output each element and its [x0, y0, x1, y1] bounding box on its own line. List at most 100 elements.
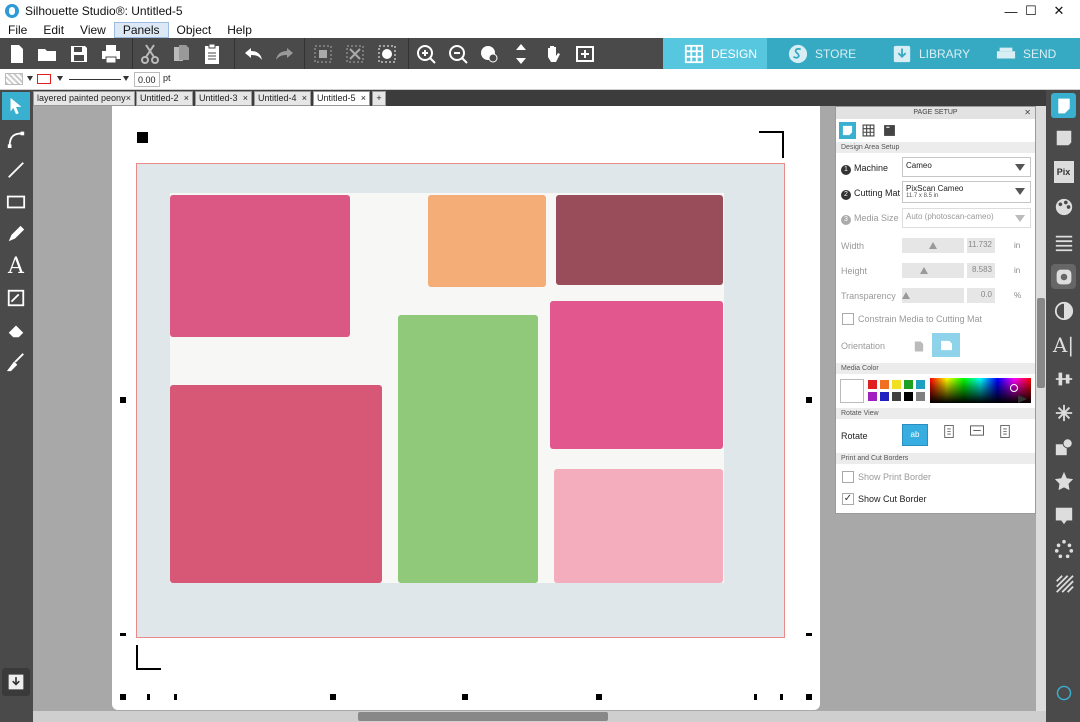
point-edit-tool-icon[interactable] [2, 124, 30, 152]
tab-send[interactable]: SEND [975, 38, 1080, 69]
machine-select[interactable]: Cameo [902, 157, 1031, 177]
pan-hand-icon[interactable] [540, 41, 566, 66]
menu-edit[interactable]: Edit [35, 22, 72, 38]
doc-tab[interactable]: Untitled-3 × [195, 91, 252, 106]
transparency-slider[interactable] [902, 288, 964, 303]
show-cut-border-checkbox[interactable]: ✓ [842, 493, 854, 505]
pencil-tool-icon[interactable] [2, 220, 30, 248]
close-window-button[interactable]: ✕ [1036, 0, 1080, 22]
copy-icon[interactable] [168, 41, 194, 66]
group-icon[interactable] [310, 41, 336, 66]
selection-handle[interactable] [780, 694, 783, 700]
line-style-icon[interactable] [1051, 230, 1076, 255]
save-icon[interactable] [66, 41, 92, 66]
print-icon[interactable] [98, 41, 124, 66]
transparency-input[interactable]: 0.0 [967, 288, 995, 303]
sketch-tool-icon[interactable] [2, 284, 30, 312]
add-tab-button[interactable]: + [372, 91, 386, 106]
selection-handle[interactable] [174, 694, 177, 700]
doc-tab[interactable]: Untitled-2 × [136, 91, 193, 106]
replicate-icon[interactable] [1051, 400, 1076, 425]
zoom-out-icon[interactable] [445, 41, 471, 66]
palette-replicate-icon[interactable] [374, 41, 400, 66]
color-swatch[interactable] [880, 380, 889, 389]
rotate-180-button[interactable] [964, 424, 990, 446]
redo-icon[interactable] [272, 41, 298, 66]
fill-pattern-swatch[interactable] [5, 73, 23, 85]
scroll-thumb[interactable] [358, 712, 608, 721]
line-width-input[interactable]: 0.00 [134, 72, 160, 87]
select-tool-icon[interactable] [2, 92, 30, 120]
slider-knob[interactable] [920, 267, 928, 274]
close-panel-icon[interactable]: ✕ [1024, 107, 1031, 119]
selection-handle[interactable] [462, 694, 468, 700]
vertical-scrollbar[interactable] [1036, 106, 1046, 711]
selection-handle[interactable] [147, 694, 150, 700]
selection-handle[interactable] [120, 397, 126, 403]
modify-icon[interactable] [1051, 434, 1076, 459]
close-tab-icon[interactable]: × [126, 92, 131, 105]
color-swatch[interactable] [868, 380, 877, 389]
transparency-icon[interactable] [1051, 298, 1076, 323]
line-style-dropdown-arrow-icon[interactable] [123, 76, 129, 81]
horizontal-scrollbar[interactable] [33, 711, 1046, 722]
line-style-sample[interactable] [69, 79, 121, 80]
knife-tool-icon[interactable] [2, 348, 30, 376]
tab-library[interactable]: LIBRARY [871, 38, 975, 69]
registration-tab-icon[interactable] [881, 122, 898, 139]
fit-to-page-icon[interactable] [508, 41, 534, 66]
height-slider[interactable] [902, 263, 964, 278]
text-style-icon[interactable]: A| [1051, 332, 1076, 357]
rotate-270-button[interactable] [992, 424, 1018, 446]
undo-icon[interactable] [240, 41, 266, 66]
portrait-orientation-icon[interactable] [908, 335, 930, 357]
import-down-icon[interactable] [2, 668, 30, 696]
doc-tab-active[interactable]: Untitled-5 × [313, 91, 370, 106]
landscape-orientation-icon[interactable] [932, 333, 960, 357]
new-document-icon[interactable] [4, 41, 30, 66]
move-canvas-icon[interactable] [572, 41, 598, 66]
text-tool-icon[interactable]: A [2, 252, 30, 280]
line-color-swatch[interactable] [37, 74, 51, 84]
close-tab-icon[interactable]: × [243, 92, 248, 105]
rotate-90-button[interactable] [936, 424, 962, 446]
color-swatch[interactable] [904, 392, 913, 401]
color-swatch[interactable] [904, 380, 913, 389]
zoom-in-icon[interactable] [413, 41, 439, 66]
selection-handle[interactable] [120, 633, 126, 636]
star-shape-icon[interactable] [1051, 468, 1076, 493]
paste-icon[interactable] [199, 41, 225, 66]
color-swatch[interactable] [868, 392, 877, 401]
selection-handle[interactable] [754, 694, 757, 700]
doc-tab[interactable]: layered painted peony × [33, 91, 135, 106]
close-tab-icon[interactable]: × [361, 92, 366, 105]
page-setup-tab-icon[interactable] [839, 122, 856, 139]
selection-handle[interactable] [806, 397, 812, 403]
trace-icon[interactable] [1051, 264, 1076, 289]
media-size-select[interactable]: Auto (photoscan-cameo) [902, 208, 1031, 228]
line-tool-icon[interactable] [2, 156, 30, 184]
slider-knob[interactable] [929, 242, 937, 249]
sketch-effect-icon[interactable] [1051, 570, 1076, 595]
slider-knob[interactable] [902, 292, 910, 299]
color-swatch[interactable] [892, 392, 901, 401]
design-notes-icon[interactable] [1051, 680, 1076, 705]
selection-handle[interactable] [596, 694, 602, 700]
cut-icon[interactable] [137, 41, 163, 66]
scanned-watercolor-image[interactable] [170, 193, 724, 583]
color-picker-cursor[interactable] [1010, 384, 1018, 392]
doc-tab[interactable]: Untitled-4 × [254, 91, 311, 106]
color-swatch[interactable] [892, 380, 901, 389]
rectangle-tool-icon[interactable] [2, 188, 30, 216]
media-color-current-swatch[interactable] [840, 379, 864, 403]
close-tab-icon[interactable]: × [302, 92, 307, 105]
selection-handle[interactable] [120, 694, 126, 700]
tab-design[interactable]: DESIGN [663, 38, 767, 69]
selection-handle[interactable] [806, 694, 812, 700]
color-swatch[interactable] [916, 380, 925, 389]
scroll-thumb[interactable] [1037, 298, 1045, 388]
align-icon[interactable] [1051, 366, 1076, 391]
menu-view[interactable]: View [72, 22, 114, 38]
width-slider[interactable] [902, 238, 964, 253]
registration-icon[interactable] [1051, 125, 1076, 150]
